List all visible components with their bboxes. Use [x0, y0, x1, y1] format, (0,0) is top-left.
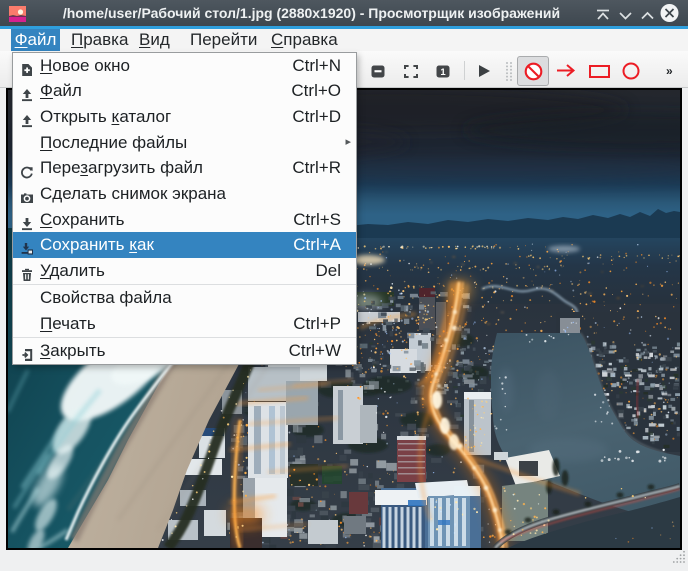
- svg-text:»: »: [666, 65, 673, 77]
- svg-text:1: 1: [440, 67, 446, 78]
